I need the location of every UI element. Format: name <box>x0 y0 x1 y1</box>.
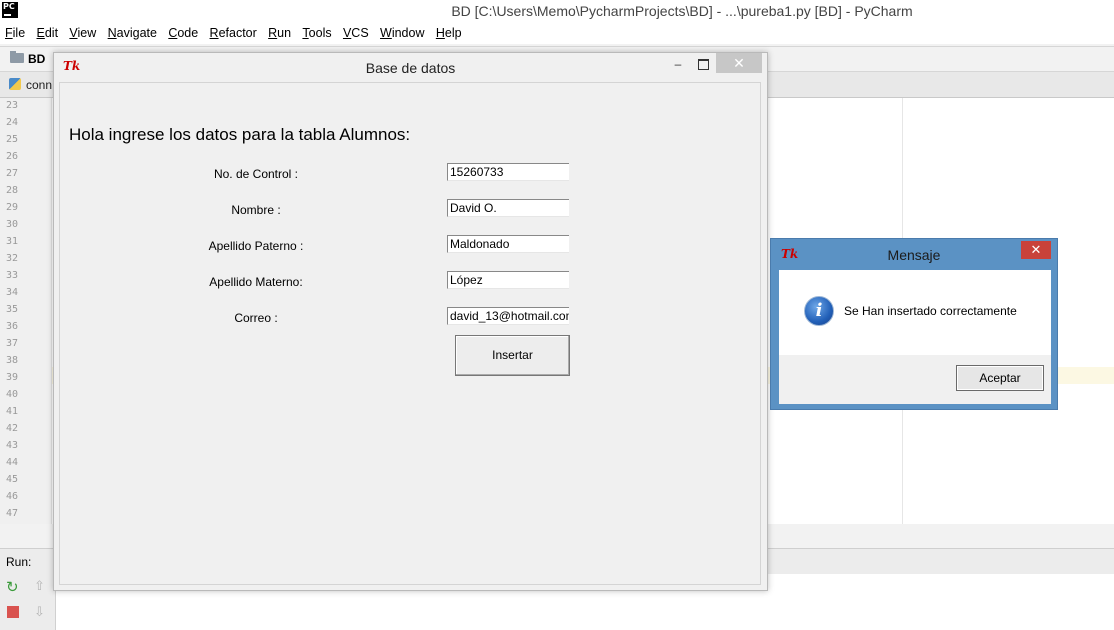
menu-vcs[interactable]: VCS <box>340 24 372 40</box>
menu-tools[interactable]: Tools <box>299 24 334 40</box>
insertar-button[interactable]: Insertar <box>455 335 570 376</box>
run-toolbar: ↻ ⇧ ⇩ <box>0 574 56 630</box>
line-number: 28 <box>6 185 19 196</box>
line-number: 30 <box>6 219 19 230</box>
line-number: 33 <box>6 270 19 281</box>
line-number: 34 <box>6 287 19 298</box>
label-nombre: Nombre : <box>231 203 281 217</box>
line-number: 27 <box>6 168 19 179</box>
info-icon: i <box>804 296 834 326</box>
line-number: 26 <box>6 151 19 162</box>
label-apellido-paterno: Apellido Paterno : <box>208 239 304 253</box>
menu-navigate[interactable]: Navigate <box>105 24 160 40</box>
line-number: 47 <box>6 508 19 519</box>
apellido-materno-field[interactable]: López <box>447 271 569 289</box>
menu-edit[interactable]: Edit <box>34 24 62 40</box>
correo-field[interactable]: david_13@hotmail.com <box>447 307 569 325</box>
menu-window[interactable]: Window <box>377 24 427 40</box>
editor-tab-label[interactable]: conn <box>26 78 52 92</box>
aceptar-button[interactable]: Aceptar <box>956 365 1044 391</box>
tk-form-area: Hola ingrese los datos para la tabla Alu… <box>59 82 761 585</box>
menu-bar: File Edit View Navigate Code Refactor Ru… <box>0 24 1114 44</box>
line-number: 23 <box>6 100 19 111</box>
form-heading: Hola ingrese los datos para la tabla Alu… <box>69 125 411 144</box>
line-number: 43 <box>6 440 19 451</box>
line-number: 31 <box>6 236 19 247</box>
menu-run[interactable]: Run <box>265 24 294 40</box>
tk-titlebar[interactable]: Tk Base de datos – ✕ <box>54 53 767 81</box>
window-title: BD [C:\Users\Memo\PycharmProjects\BD] - … <box>451 3 913 19</box>
label-apellido-materno: Apellido Materno: <box>209 275 303 289</box>
arrow-down-icon[interactable]: ⇩ <box>34 604 45 620</box>
line-number: 24 <box>6 117 19 128</box>
run-panel-label: Run: <box>6 555 32 569</box>
menu-code[interactable]: Code <box>165 24 201 40</box>
line-number: 45 <box>6 474 19 485</box>
apellido-paterno-field[interactable]: Maldonado <box>447 235 569 253</box>
dialog-message: Se Han insertado correctamente <box>844 304 1017 318</box>
line-number: 25 <box>6 134 19 145</box>
message-dialog: Tk Mensaje ✕ i Se Han insertado correcta… <box>770 238 1058 410</box>
line-number: 46 <box>6 491 19 502</box>
tk-window-title: Base de datos <box>365 60 456 76</box>
dialog-title: Mensaje <box>887 247 941 263</box>
line-number: 35 <box>6 304 19 315</box>
line-number: 44 <box>6 457 19 468</box>
stop-icon[interactable] <box>7 606 19 618</box>
line-number: 38 <box>6 355 19 366</box>
label-no-control: No. de Control : <box>213 167 299 181</box>
pycharm-titlebar: PC BD [C:\Users\Memo\PycharmProjects\BD]… <box>0 0 1114 24</box>
arrow-up-icon[interactable]: ⇧ <box>34 578 45 594</box>
label-correo: Correo : <box>234 311 278 325</box>
menu-refactor[interactable]: Refactor <box>207 24 260 40</box>
rerun-icon[interactable]: ↻ <box>6 578 19 596</box>
line-number: 41 <box>6 406 19 417</box>
minimize-button[interactable]: – <box>672 57 684 71</box>
breadcrumb-project[interactable]: BD <box>28 52 45 66</box>
menu-file[interactable]: File <box>2 24 28 40</box>
tk-window-base-de-datos: Tk Base de datos – ✕ Hola ingrese los da… <box>53 52 768 591</box>
line-number: 36 <box>6 321 19 332</box>
line-number: 32 <box>6 253 19 264</box>
line-number: 40 <box>6 389 19 400</box>
line-number-gutter: 23 24 25 26 27 28 29 30 31 32 33 34 35 3… <box>0 98 52 524</box>
line-number: 42 <box>6 423 19 434</box>
close-button[interactable]: ✕ <box>1021 241 1051 259</box>
line-number: 37 <box>6 338 19 349</box>
menu-help[interactable]: Help <box>433 24 465 40</box>
folder-icon <box>10 51 24 63</box>
maximize-button[interactable] <box>696 57 710 71</box>
dialog-body: i Se Han insertado correctamente <box>779 270 1051 355</box>
menu-view[interactable]: View <box>66 24 99 40</box>
line-number: 39 <box>6 372 19 383</box>
no-control-field[interactable]: 15260733 <box>447 163 569 181</box>
close-button[interactable]: ✕ <box>716 53 762 73</box>
line-number: 29 <box>6 202 19 213</box>
nombre-field[interactable]: David O. <box>447 199 569 217</box>
python-file-icon <box>9 78 21 90</box>
dialog-footer: Aceptar <box>779 355 1051 404</box>
